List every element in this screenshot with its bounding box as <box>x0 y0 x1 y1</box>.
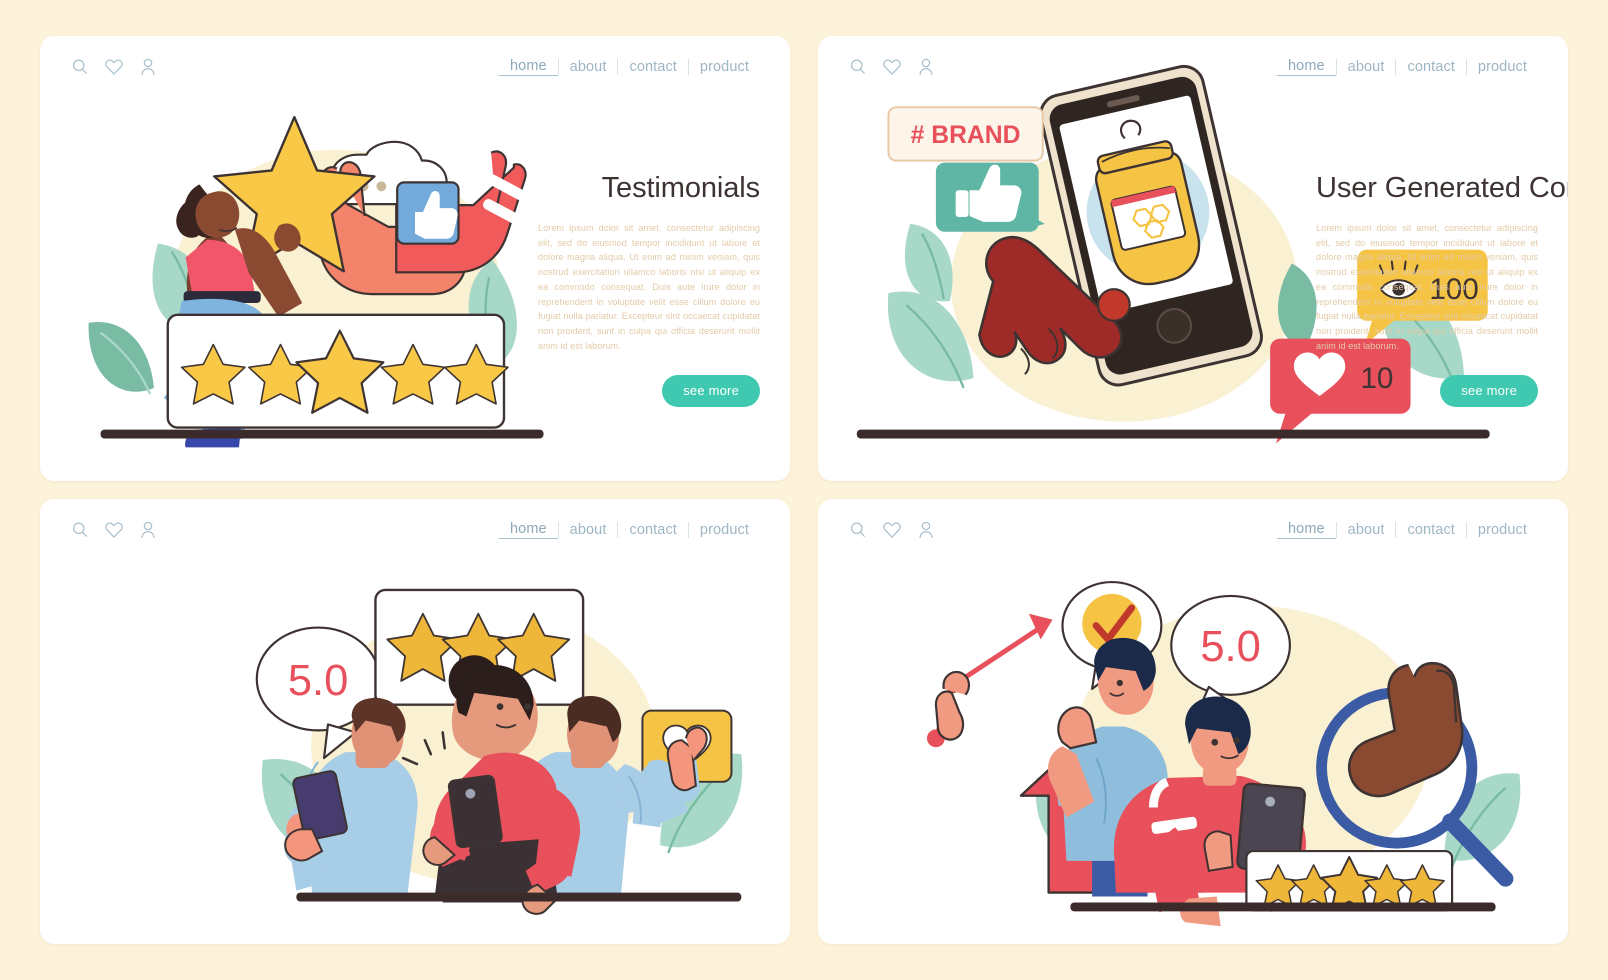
nav-link-home[interactable]: home <box>499 58 558 76</box>
nav-link-product[interactable]: product <box>1467 59 1538 75</box>
main-nav: home about contact product <box>1277 521 1538 539</box>
text-column-testimonials: Testimonials Lorem ipsum dolor sit amet,… <box>538 172 760 408</box>
text-column-ugc: User Generated Content Lorem ipsum dolor… <box>1316 172 1568 408</box>
icon-set <box>848 520 936 540</box>
body-paragraph: Lorem ipsum dolor sit amet, consectetur … <box>1316 223 1538 351</box>
svg-text:​# BRAND: ​# BRAND <box>911 122 1021 149</box>
main-nav: home about contact product <box>499 58 760 76</box>
body-paragraph: Lorem ipsum dolor sit amet, consectetur … <box>538 223 760 351</box>
nav-link-contact[interactable]: contact <box>1396 59 1465 75</box>
topbar: home about contact product <box>818 36 1568 98</box>
nav-link-about[interactable]: about <box>559 522 618 538</box>
search-icon[interactable] <box>848 520 868 540</box>
user-icon[interactable] <box>916 520 936 540</box>
card-user-generated-content: home about contact product <box>818 36 1568 481</box>
page-title: Testimonials <box>601 172 760 204</box>
search-icon[interactable] <box>848 57 868 77</box>
user-icon[interactable] <box>916 57 936 77</box>
nav-link-contact[interactable]: contact <box>618 522 687 538</box>
card-wisdom-of-the-crowd: home about contact product 5.0 <box>40 499 790 944</box>
svg-text:5.0: 5.0 <box>1200 623 1260 671</box>
illustration-expert-approval: 5.0 <box>818 499 1568 944</box>
icon-set <box>848 57 936 77</box>
nav-link-product[interactable]: product <box>689 59 760 75</box>
page-title: User Generated Content <box>1316 172 1568 204</box>
star-rating-card <box>166 313 509 429</box>
heart-icon[interactable] <box>104 520 124 540</box>
icon-set <box>70 57 158 77</box>
topbar: home about contact product <box>818 499 1568 561</box>
svg-text:5.0: 5.0 <box>288 657 348 705</box>
illustration-wisdom: 5.0 <box>40 499 790 944</box>
card-expert-approval: home about contact product 5.0 <box>818 499 1568 944</box>
search-icon[interactable] <box>70 520 90 540</box>
heart-icon[interactable] <box>882 57 902 77</box>
see-more-button[interactable]: see more <box>662 375 760 408</box>
brand-hashtag-badge: ​# BRAND <box>887 106 1044 162</box>
main-nav: home about contact product <box>499 521 760 539</box>
nav-link-product[interactable]: product <box>1467 522 1538 538</box>
nav-link-about[interactable]: about <box>1337 59 1396 75</box>
search-icon[interactable] <box>70 57 90 77</box>
star-rating-card <box>1245 849 1454 912</box>
nav-link-product[interactable]: product <box>689 522 760 538</box>
user-icon[interactable] <box>138 520 158 540</box>
heart-icon[interactable] <box>104 57 124 77</box>
nav-link-about[interactable]: about <box>559 59 618 75</box>
see-more-button[interactable]: see more <box>1440 375 1538 408</box>
nav-link-home[interactable]: home <box>499 521 558 539</box>
nav-link-about[interactable]: about <box>1337 522 1396 538</box>
thumbs-up-badge <box>935 162 1045 232</box>
landing-page-mockup-board: home about contact product Testimonials … <box>0 0 1608 980</box>
nav-link-contact[interactable]: contact <box>618 59 687 75</box>
nav-link-contact[interactable]: contact <box>1396 522 1465 538</box>
card-testimonials: home about contact product Testimonials … <box>40 36 790 481</box>
topbar: home about contact product <box>40 499 790 561</box>
heart-icon[interactable] <box>882 520 902 540</box>
icon-set <box>70 520 158 540</box>
nav-link-home[interactable]: home <box>1277 521 1336 539</box>
user-icon[interactable] <box>138 57 158 77</box>
nav-link-home[interactable]: home <box>1277 58 1336 76</box>
topbar: home about contact product <box>40 36 790 98</box>
main-nav: home about contact product <box>1277 58 1538 76</box>
